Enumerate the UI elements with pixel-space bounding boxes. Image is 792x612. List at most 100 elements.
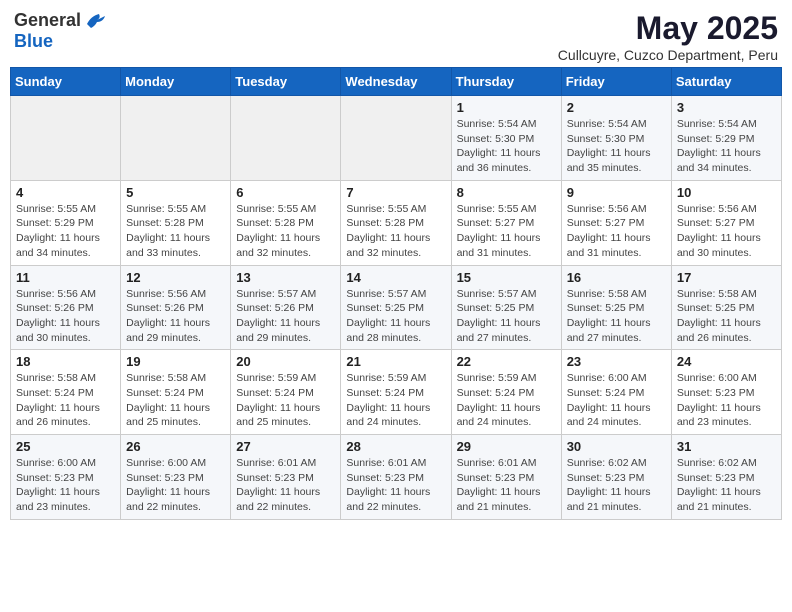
calendar-cell: 9 Sunrise: 5:56 AM Sunset: 5:27 PM Daylig… [561, 180, 671, 265]
day-info: Sunrise: 5:55 AM Sunset: 5:28 PM Dayligh… [236, 202, 335, 261]
day-info: Sunrise: 6:00 AM Sunset: 5:23 PM Dayligh… [126, 456, 225, 515]
day-number: 3 [677, 100, 776, 115]
calendar-week-row: 18Sunrise: 5:58 AM Sunset: 5:24 PM Dayli… [11, 350, 782, 435]
day-info: Sunrise: 5:55 AM Sunset: 5:28 PM Dayligh… [126, 202, 225, 261]
calendar-cell: 20 Sunrise: 5:59 AM Sunset: 5:24 PM Dayli… [231, 350, 341, 435]
day-info: Sunrise: 5:58 AM Sunset: 5:25 PM Dayligh… [567, 287, 666, 346]
day-number: 12 [126, 270, 225, 285]
calendar-cell: 11Sunrise: 5:56 AM Sunset: 5:26 PM Dayli… [11, 265, 121, 350]
logo-bird-icon [83, 12, 105, 30]
day-number: 24 [677, 354, 776, 369]
day-number: 9 [567, 185, 666, 200]
calendar-cell: 6 Sunrise: 5:55 AM Sunset: 5:28 PM Daylig… [231, 180, 341, 265]
day-info: Sunrise: 5:57 AM Sunset: 5:25 PM Dayligh… [346, 287, 445, 346]
calendar-cell: 16 Sunrise: 5:58 AM Sunset: 5:25 PM Dayli… [561, 265, 671, 350]
day-info: Sunrise: 5:57 AM Sunset: 5:25 PM Dayligh… [457, 287, 556, 346]
calendar-cell: 12 Sunrise: 5:56 AM Sunset: 5:26 PM Dayli… [121, 265, 231, 350]
day-number: 31 [677, 439, 776, 454]
calendar-cell: 4 Sunrise: 5:55 AM Sunset: 5:29 PM Daylig… [11, 180, 121, 265]
day-info: Sunrise: 6:00 AM Sunset: 5:24 PM Dayligh… [567, 371, 666, 430]
calendar-cell: 23 Sunrise: 6:00 AM Sunset: 5:24 PM Dayli… [561, 350, 671, 435]
day-number: 21 [346, 354, 445, 369]
logo-blue: Blue [14, 31, 105, 52]
day-info: Sunrise: 5:56 AM Sunset: 5:26 PM Dayligh… [16, 287, 115, 346]
weekday-header: Friday [561, 68, 671, 96]
calendar-cell: 13 Sunrise: 5:57 AM Sunset: 5:26 PM Dayli… [231, 265, 341, 350]
weekday-header: Wednesday [341, 68, 451, 96]
day-number: 8 [457, 185, 556, 200]
calendar-week-row: 1 Sunrise: 5:54 AM Sunset: 5:30 PM Daylig… [11, 96, 782, 181]
calendar-cell: 29Sunrise: 6:01 AM Sunset: 5:23 PM Dayli… [451, 435, 561, 520]
calendar-cell [11, 96, 121, 181]
day-number: 26 [126, 439, 225, 454]
calendar-cell: 3Sunrise: 5:54 AM Sunset: 5:29 PM Daylig… [671, 96, 781, 181]
day-info: Sunrise: 6:02 AM Sunset: 5:23 PM Dayligh… [567, 456, 666, 515]
day-number: 4 [16, 185, 115, 200]
weekday-header-row: SundayMondayTuesdayWednesdayThursdayFrid… [11, 68, 782, 96]
calendar-week-row: 25 Sunrise: 6:00 AM Sunset: 5:23 PM Dayli… [11, 435, 782, 520]
calendar-cell: 27Sunrise: 6:01 AM Sunset: 5:23 PM Dayli… [231, 435, 341, 520]
calendar-cell: 14 Sunrise: 5:57 AM Sunset: 5:25 PM Dayli… [341, 265, 451, 350]
calendar-cell: 5 Sunrise: 5:55 AM Sunset: 5:28 PM Daylig… [121, 180, 231, 265]
weekday-header: Saturday [671, 68, 781, 96]
calendar-cell: 18Sunrise: 5:58 AM Sunset: 5:24 PM Dayli… [11, 350, 121, 435]
day-info: Sunrise: 5:59 AM Sunset: 5:24 PM Dayligh… [236, 371, 335, 430]
day-number: 23 [567, 354, 666, 369]
day-info: Sunrise: 5:56 AM Sunset: 5:27 PM Dayligh… [567, 202, 666, 261]
day-info: Sunrise: 6:00 AM Sunset: 5:23 PM Dayligh… [677, 371, 776, 430]
calendar-cell: 10Sunrise: 5:56 AM Sunset: 5:27 PM Dayli… [671, 180, 781, 265]
day-number: 13 [236, 270, 335, 285]
day-number: 22 [457, 354, 556, 369]
calendar-cell [231, 96, 341, 181]
day-info: Sunrise: 5:54 AM Sunset: 5:30 PM Dayligh… [567, 117, 666, 176]
day-number: 14 [346, 270, 445, 285]
weekday-header: Sunday [11, 68, 121, 96]
day-info: Sunrise: 5:56 AM Sunset: 5:27 PM Dayligh… [677, 202, 776, 261]
day-number: 30 [567, 439, 666, 454]
day-number: 5 [126, 185, 225, 200]
day-number: 1 [457, 100, 556, 115]
weekday-header: Tuesday [231, 68, 341, 96]
calendar-cell: 31 Sunrise: 6:02 AM Sunset: 5:23 PM Dayli… [671, 435, 781, 520]
day-number: 27 [236, 439, 335, 454]
day-info: Sunrise: 5:59 AM Sunset: 5:24 PM Dayligh… [346, 371, 445, 430]
calendar-cell: 1 Sunrise: 5:54 AM Sunset: 5:30 PM Daylig… [451, 96, 561, 181]
day-number: 15 [457, 270, 556, 285]
day-number: 25 [16, 439, 115, 454]
calendar-cell: 26 Sunrise: 6:00 AM Sunset: 5:23 PM Dayli… [121, 435, 231, 520]
calendar-cell: 15 Sunrise: 5:57 AM Sunset: 5:25 PM Dayli… [451, 265, 561, 350]
day-number: 6 [236, 185, 335, 200]
calendar-cell: 8 Sunrise: 5:55 AM Sunset: 5:27 PM Daylig… [451, 180, 561, 265]
day-info: Sunrise: 5:56 AM Sunset: 5:26 PM Dayligh… [126, 287, 225, 346]
day-info: Sunrise: 5:55 AM Sunset: 5:28 PM Dayligh… [346, 202, 445, 261]
weekday-header: Monday [121, 68, 231, 96]
calendar-cell: 19 Sunrise: 5:58 AM Sunset: 5:24 PM Dayli… [121, 350, 231, 435]
day-number: 16 [567, 270, 666, 285]
month-title: May 2025 [558, 10, 778, 47]
day-info: Sunrise: 6:02 AM Sunset: 5:23 PM Dayligh… [677, 456, 776, 515]
calendar-week-row: 4 Sunrise: 5:55 AM Sunset: 5:29 PM Daylig… [11, 180, 782, 265]
calendar-cell: 22Sunrise: 5:59 AM Sunset: 5:24 PM Dayli… [451, 350, 561, 435]
day-info: Sunrise: 5:58 AM Sunset: 5:24 PM Dayligh… [126, 371, 225, 430]
day-number: 7 [346, 185, 445, 200]
day-number: 2 [567, 100, 666, 115]
day-info: Sunrise: 5:55 AM Sunset: 5:29 PM Dayligh… [16, 202, 115, 261]
page-header: General Blue May 2025 Cullcuyre, Cuzco D… [10, 10, 782, 63]
day-number: 17 [677, 270, 776, 285]
day-info: Sunrise: 5:54 AM Sunset: 5:30 PM Dayligh… [457, 117, 556, 176]
calendar-table: SundayMondayTuesdayWednesdayThursdayFrid… [10, 67, 782, 520]
day-number: 19 [126, 354, 225, 369]
day-number: 28 [346, 439, 445, 454]
logo: General Blue [14, 10, 105, 52]
calendar-cell: 25Sunrise: 6:00 AM Sunset: 5:23 PM Dayli… [11, 435, 121, 520]
weekday-header: Thursday [451, 68, 561, 96]
day-number: 20 [236, 354, 335, 369]
calendar-cell [121, 96, 231, 181]
day-info: Sunrise: 5:57 AM Sunset: 5:26 PM Dayligh… [236, 287, 335, 346]
calendar-cell: 17Sunrise: 5:58 AM Sunset: 5:25 PM Dayli… [671, 265, 781, 350]
day-info: Sunrise: 5:55 AM Sunset: 5:27 PM Dayligh… [457, 202, 556, 261]
calendar-cell: 30 Sunrise: 6:02 AM Sunset: 5:23 PM Dayli… [561, 435, 671, 520]
calendar-cell: 7 Sunrise: 5:55 AM Sunset: 5:28 PM Daylig… [341, 180, 451, 265]
day-number: 29 [457, 439, 556, 454]
location-subtitle: Cullcuyre, Cuzco Department, Peru [558, 47, 778, 63]
